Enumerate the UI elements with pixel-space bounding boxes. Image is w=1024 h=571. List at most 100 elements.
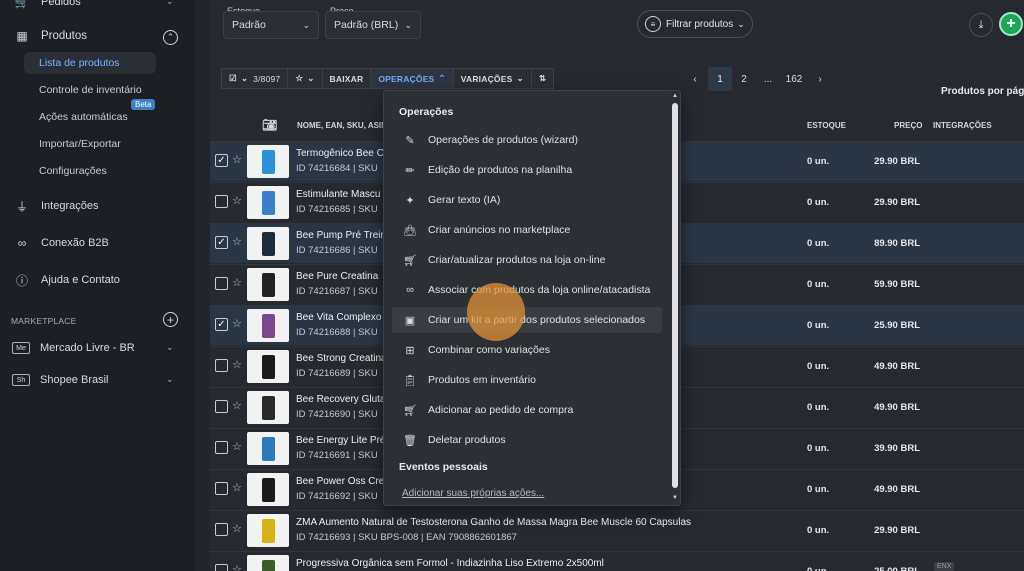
variacoes-dropdown[interactable]: VARIAÇÕES ⌄ bbox=[452, 68, 532, 89]
chevron-down-icon[interactable]: ⌄ bbox=[166, 342, 174, 353]
sort-button[interactable]: ⇅ bbox=[530, 68, 555, 89]
menu-item[interactable]: 📋︎ Produtos em inventário bbox=[392, 367, 662, 393]
product-name[interactable]: Bee Recovery Gluta bbox=[296, 394, 386, 405]
star-icon[interactable]: ☆ bbox=[232, 522, 242, 535]
scrollbar-thumb[interactable] bbox=[672, 103, 678, 488]
product-thumbnail[interactable] bbox=[247, 514, 289, 547]
header-estoque[interactable]: ESTOQUE bbox=[807, 121, 846, 130]
sidebar-sub-lista-produtos[interactable]: Lista de produtos bbox=[24, 52, 156, 74]
row-checkbox[interactable]: ✓ bbox=[215, 318, 228, 331]
product-name[interactable]: Bee Strong Creatina bbox=[296, 353, 386, 364]
product-thumbnail[interactable] bbox=[247, 268, 289, 301]
product-name[interactable]: Bee Energy Lite Pré bbox=[296, 435, 386, 446]
star-icon[interactable]: ☆ bbox=[232, 235, 242, 248]
filter-products-button[interactable]: ≡ Filtrar produtos ⌄ bbox=[637, 10, 753, 38]
row-checkbox[interactable] bbox=[215, 195, 228, 208]
chevron-down-icon[interactable]: ⌄ bbox=[166, 374, 174, 385]
menu-item[interactable]: ✦ Gerar texto (IA) bbox=[392, 187, 662, 213]
page-162-button[interactable]: 162 bbox=[780, 67, 808, 91]
menu-item[interactable]: 👜︎ Criar anúncios no marketplace bbox=[392, 217, 662, 243]
scroll-up-icon[interactable]: ▲ bbox=[672, 93, 678, 99]
row-checkbox[interactable] bbox=[215, 359, 228, 372]
product-name[interactable]: Termogênico Bee Co bbox=[296, 148, 386, 159]
star-icon[interactable]: ☆ bbox=[232, 153, 242, 166]
product-price: 29.90 BRL bbox=[874, 197, 920, 208]
favorites-dropdown[interactable]: ☆ ⌄ bbox=[287, 68, 323, 89]
product-name[interactable]: Bee Pump Pré Trein bbox=[296, 230, 386, 241]
star-icon[interactable]: ☆ bbox=[232, 399, 242, 412]
menu-item[interactable]: 🛒︎ Adicionar ao pedido de compra bbox=[392, 397, 662, 423]
row-checkbox[interactable] bbox=[215, 482, 228, 495]
baixar-button[interactable]: BAIXAR bbox=[321, 68, 372, 89]
product-name[interactable]: Bee Power Oss Cre bbox=[296, 476, 386, 487]
sidebar-sub-configuracoes[interactable]: Configurações bbox=[24, 160, 156, 182]
product-thumbnail[interactable] bbox=[247, 473, 289, 506]
product-thumbnail[interactable] bbox=[247, 227, 289, 260]
product-thumbnail[interactable] bbox=[247, 145, 289, 178]
row-checkbox[interactable] bbox=[215, 564, 228, 571]
menu-scrollbar[interactable]: ▲ ▼ bbox=[671, 93, 679, 503]
product-thumbnail[interactable] bbox=[247, 350, 289, 383]
chevron-down-icon[interactable]: ⌄ bbox=[166, 0, 174, 7]
header-preco[interactable]: PREÇO bbox=[894, 121, 922, 130]
add-marketplace-button[interactable]: + bbox=[163, 312, 178, 327]
prev-page-button[interactable]: ‹ bbox=[683, 67, 707, 91]
product-thumbnail[interactable] bbox=[247, 186, 289, 219]
download-button[interactable]: ⤓ bbox=[969, 13, 993, 37]
star-icon[interactable]: ☆ bbox=[232, 317, 242, 330]
preco-select[interactable]: Padrão (BRL) ⌄ bbox=[325, 11, 421, 39]
product-thumbnail[interactable] bbox=[247, 432, 289, 465]
row-checkbox[interactable] bbox=[215, 523, 228, 536]
sidebar-item-shopee[interactable]: Sh Shopee Brasil bbox=[0, 368, 109, 392]
collapse-icon[interactable]: ⌃ bbox=[163, 30, 178, 45]
sub-label: Ações automáticas bbox=[39, 111, 128, 123]
operacoes-dropdown[interactable]: OPERAÇÕES ⌃ bbox=[370, 68, 454, 89]
sidebar-sub-importar-exportar[interactable]: Importar/Exportar bbox=[24, 133, 156, 155]
row-checkbox[interactable] bbox=[215, 277, 228, 290]
selection-dropdown[interactable]: ☑ ⌄ 3/8097 bbox=[221, 68, 289, 89]
preco-value: Padrão (BRL) bbox=[334, 19, 399, 31]
sidebar-item-ajuda[interactable]: ⓘ Ajuda e Contato bbox=[0, 268, 120, 292]
menu-item[interactable]: ✏ Edição de produtos na planilha bbox=[392, 157, 662, 183]
star-icon[interactable]: ☆ bbox=[232, 481, 242, 494]
product-name[interactable]: Estimulante Mascu bbox=[296, 189, 386, 200]
estoque-select[interactable]: Padrão ⌄ bbox=[223, 11, 319, 39]
menu-item[interactable]: ▣ Criar um kit a partir dos produtos sele… bbox=[392, 307, 662, 333]
product-name[interactable]: Progressiva Orgânica sem Formol - Indiaz… bbox=[296, 558, 716, 569]
table-row[interactable]: ☆ ZMA Aumento Natural de Testosterona Gan… bbox=[210, 510, 1024, 550]
menu-item[interactable]: 🗑︎ Deletar produtos bbox=[392, 427, 662, 453]
star-icon[interactable]: ☆ bbox=[232, 440, 242, 453]
scroll-down-icon[interactable]: ▼ bbox=[672, 495, 678, 501]
sidebar-item-integracoes[interactable]: ⏚ Integrações bbox=[0, 194, 99, 218]
sidebar-item-pedidos[interactable]: 🛒 Pedidos bbox=[0, 0, 81, 14]
product-name[interactable]: Bee Vita Complexo bbox=[296, 312, 386, 323]
add-product-button[interactable]: + bbox=[999, 12, 1023, 36]
row-checkbox[interactable]: ✓ bbox=[215, 236, 228, 249]
row-checkbox[interactable]: ✓ bbox=[215, 154, 228, 167]
row-checkbox[interactable] bbox=[215, 400, 228, 413]
product-thumbnail[interactable] bbox=[247, 391, 289, 424]
menu-item[interactable]: ⊞ Combinar como variações bbox=[392, 337, 662, 363]
add-custom-actions-link[interactable]: Adicionar suas próprias ações... bbox=[402, 488, 544, 499]
table-row[interactable]: ☆ Progressiva Orgânica sem Formol - India… bbox=[210, 551, 1024, 571]
product-thumbnail[interactable] bbox=[247, 309, 289, 342]
sidebar-item-produtos[interactable]: ▦ Produtos bbox=[0, 24, 87, 48]
star-icon[interactable]: ☆ bbox=[232, 276, 242, 289]
product-thumbnail[interactable] bbox=[247, 555, 289, 571]
product-stock: 0 un. bbox=[807, 197, 830, 208]
sidebar-sub-controle-inventario[interactable]: Controle de inventário bbox=[24, 79, 156, 101]
row-checkbox[interactable] bbox=[215, 441, 228, 454]
product-name[interactable]: Bee Pure Creatina bbox=[296, 271, 386, 282]
next-page-button[interactable]: › bbox=[808, 67, 832, 91]
star-icon[interactable]: ☆ bbox=[232, 563, 242, 571]
sidebar-item-mercado-livre[interactable]: Me Mercado Livre - BR bbox=[0, 336, 135, 360]
menu-item[interactable]: ✎ Operações de produtos (wizard) bbox=[392, 127, 662, 153]
menu-item[interactable]: 🛒︎ Criar/atualizar produtos na loja on-li… bbox=[392, 247, 662, 273]
menu-item[interactable]: ∞ Associar com produtos da loja online/at… bbox=[392, 277, 662, 303]
star-icon[interactable]: ☆ bbox=[232, 194, 242, 207]
star-icon[interactable]: ☆ bbox=[232, 358, 242, 371]
product-name[interactable]: ZMA Aumento Natural de Testosterona Ganh… bbox=[296, 517, 716, 528]
page-1-button[interactable]: 1 bbox=[708, 67, 732, 91]
page-2-button[interactable]: 2 bbox=[732, 67, 756, 91]
sidebar-item-conexao-b2b[interactable]: ∞ Conexão B2B bbox=[0, 231, 109, 255]
